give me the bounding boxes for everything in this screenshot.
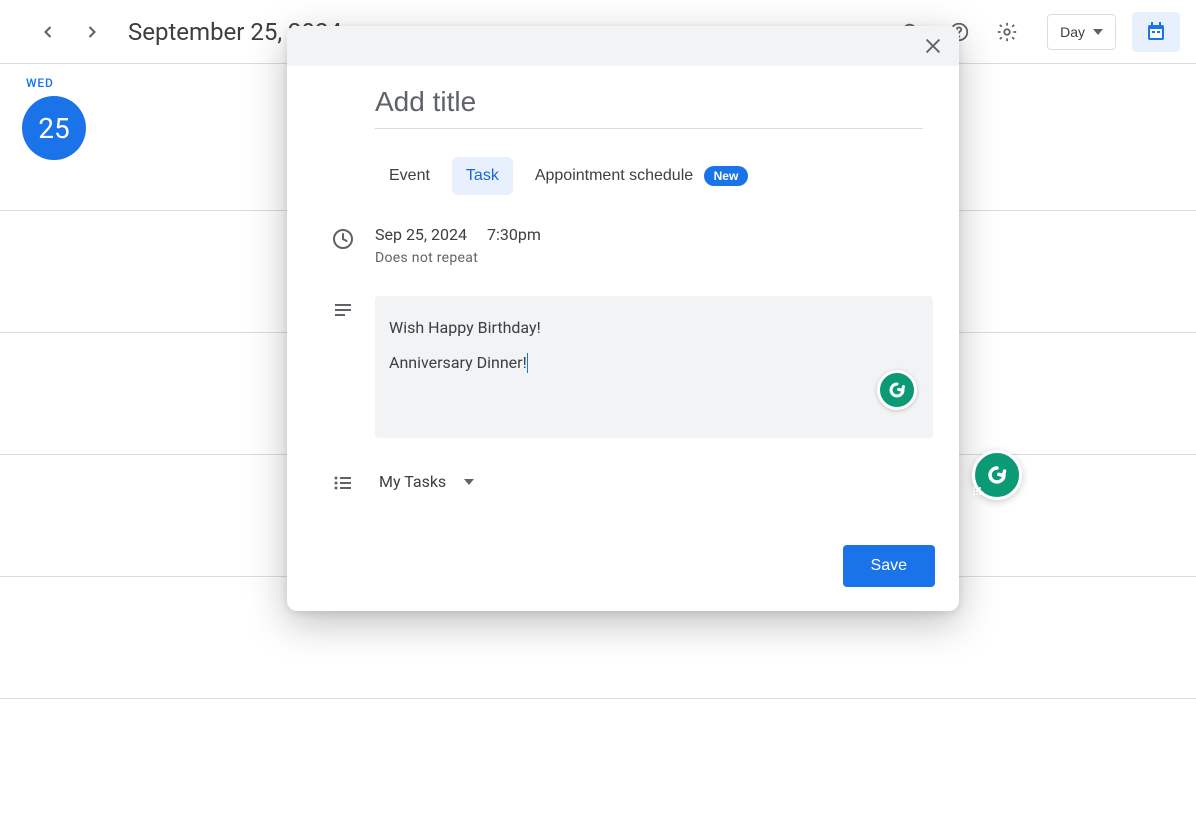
save-button[interactable]: Save [843,545,935,587]
description-textarea[interactable]: Wish Happy Birthday! Anniversary Dinner! [375,296,933,438]
day-number-badge[interactable]: 25 [22,96,86,160]
dialog-body: Event Task Appointment schedule New Sep … [287,66,959,611]
date-chip[interactable]: Sep 25, 2024 [375,225,467,244]
dialog-header [287,26,959,66]
prev-day-button[interactable] [28,12,68,52]
list-icon-cell [311,469,375,495]
view-selector[interactable]: Day [1047,14,1116,50]
close-icon [922,35,944,57]
calendar-icon [1144,20,1168,44]
clock-icon [331,227,355,251]
tasklist-label: My Tasks [379,472,446,491]
new-badge: New [704,166,749,186]
tab-event[interactable]: Event [375,157,444,195]
title-input[interactable] [375,82,923,129]
nav-arrow-group [28,12,112,52]
tasklist-row: My Tasks [311,466,935,497]
clock-icon-cell [311,225,375,251]
list-icon [331,471,355,495]
tab-appointment[interactable]: Appointment schedule New [521,157,762,195]
text-cursor [527,353,528,373]
chevron-left-icon [38,22,58,42]
dialog-footer: Save [311,545,935,587]
tab-appointment-label: Appointment schedule [535,167,693,184]
dropdown-arrow-icon [464,479,474,485]
description-line: Anniversary Dinner! [389,353,527,372]
grammarly-icon [877,370,917,410]
view-selector-label: Day [1060,24,1085,40]
tab-task[interactable]: Task [452,157,513,195]
grammarly-float-badge[interactable] [972,450,1022,500]
description-line: Wish Happy Birthday! [389,318,541,337]
datetime-content: Sep 25, 2024 7:30pm Does not repeat [375,225,541,266]
description-icon-cell [311,296,375,322]
gear-icon [996,21,1018,43]
description-row: Wish Happy Birthday! Anniversary Dinner! [311,296,935,438]
time-chip[interactable]: 7:30pm [487,225,541,244]
drag-dots-icon [973,487,981,495]
grammarly-icon [972,450,1022,500]
type-tabs: Event Task Appointment schedule New [375,157,935,195]
next-day-button[interactable] [72,12,112,52]
repeat-label[interactable]: Does not repeat [375,250,541,266]
chevron-right-icon [82,22,102,42]
calendar-view-toggle[interactable] [1132,12,1180,52]
grammarly-inline-badge[interactable] [877,370,917,410]
datetime-row: Sep 25, 2024 7:30pm Does not repeat [311,225,935,266]
create-task-dialog: Event Task Appointment schedule New Sep … [287,26,959,611]
dropdown-arrow-icon [1093,29,1103,35]
close-button[interactable] [915,28,951,64]
description-icon [331,298,355,322]
settings-button[interactable] [987,12,1027,52]
grid-line [0,698,1196,820]
tasklist-dropdown[interactable]: My Tasks [375,466,478,497]
